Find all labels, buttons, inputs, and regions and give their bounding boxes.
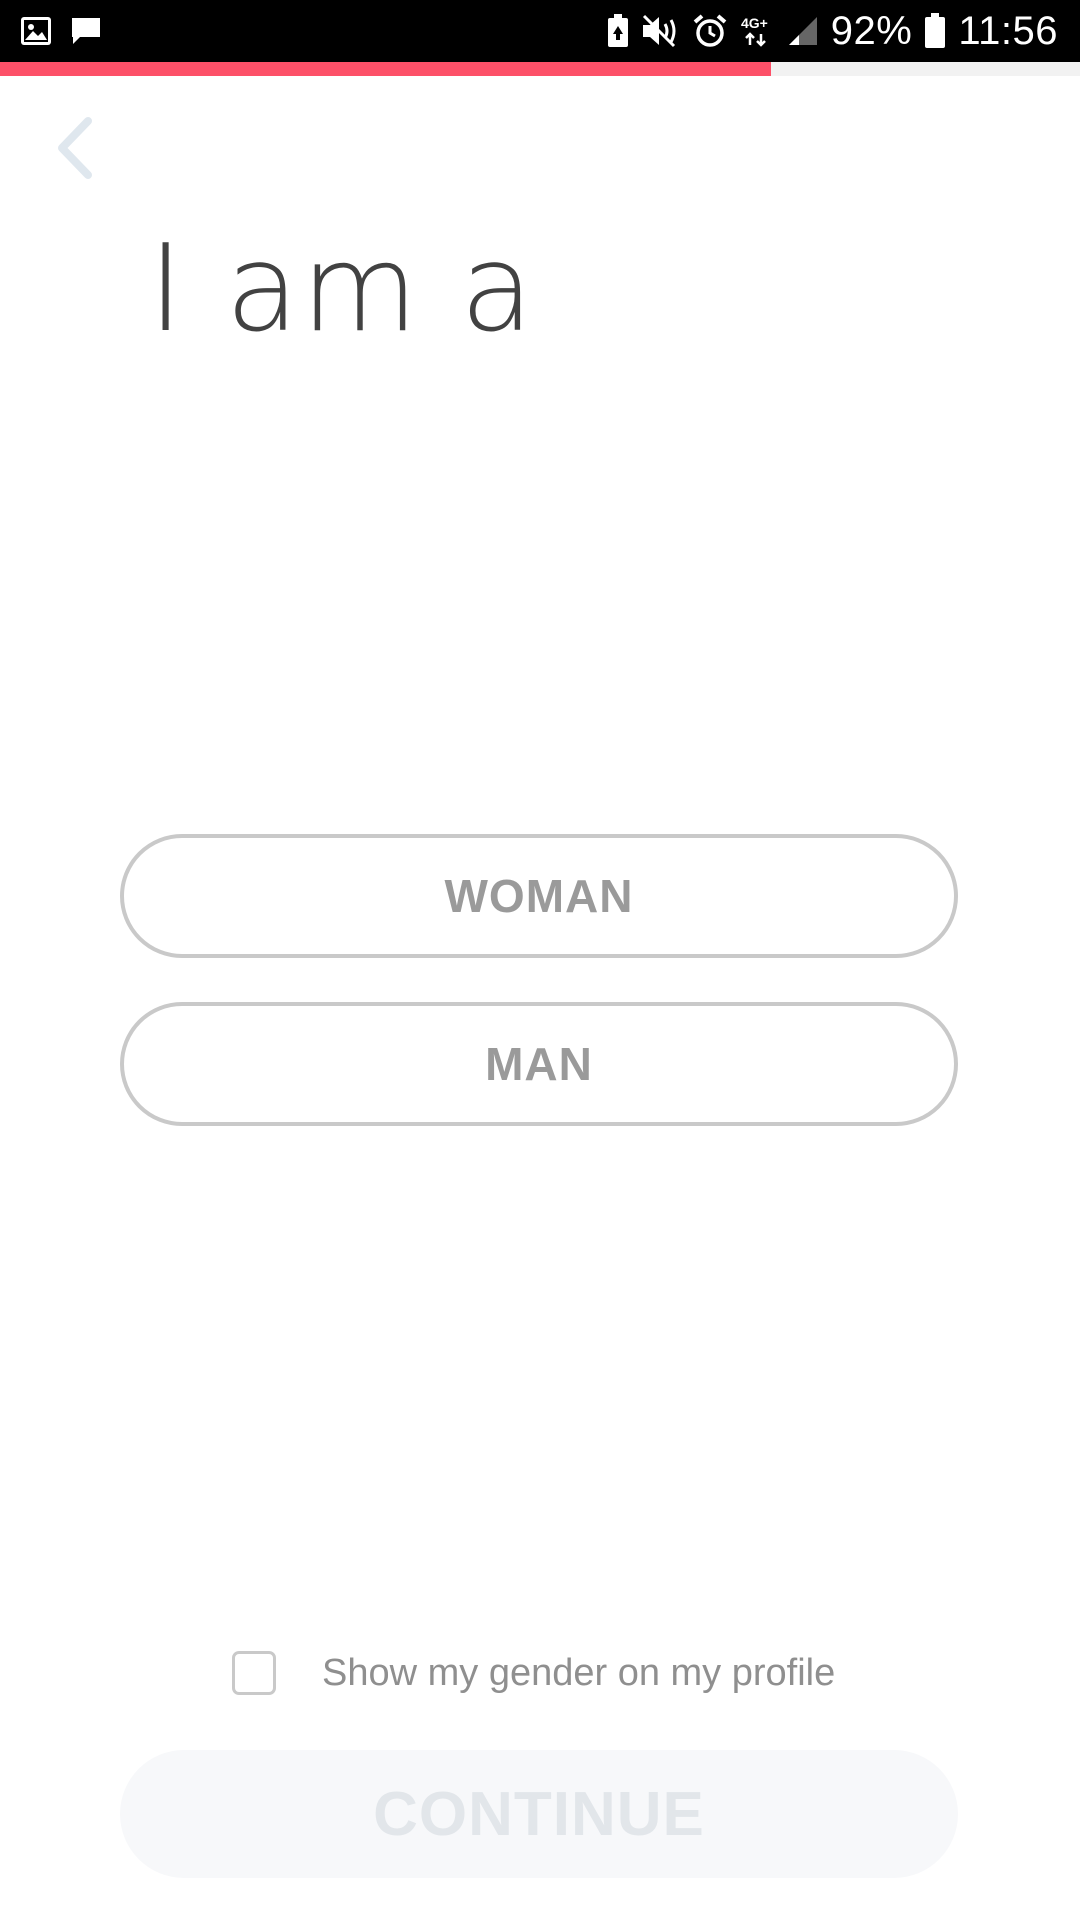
mute-icon bbox=[641, 14, 681, 48]
chevron-left-icon bbox=[52, 115, 96, 186]
woman-option-label: WOMAN bbox=[444, 870, 634, 922]
status-left-icons bbox=[20, 12, 102, 50]
show-gender-checkbox[interactable] bbox=[232, 1651, 276, 1695]
signal-icon bbox=[787, 15, 819, 47]
battery-saver-icon bbox=[607, 14, 629, 48]
status-clock: 11:56 bbox=[958, 8, 1058, 53]
continue-button[interactable]: CONTINUE bbox=[120, 1750, 958, 1878]
screen: 4G+ 92% 11:56 I am a WOMAN MAN Show my g… bbox=[0, 0, 1080, 1920]
show-gender-checkbox-row[interactable]: Show my gender on my profile bbox=[232, 1646, 835, 1700]
status-right-icons: 4G+ 92% 11:56 bbox=[607, 6, 1058, 56]
alarm-icon bbox=[693, 14, 727, 48]
message-icon bbox=[70, 15, 102, 47]
onboarding-progress-bar bbox=[0, 62, 1080, 76]
woman-option-button[interactable]: WOMAN bbox=[120, 834, 958, 958]
back-button[interactable] bbox=[38, 110, 110, 190]
battery-icon bbox=[924, 13, 946, 49]
svg-text:4G+: 4G+ bbox=[741, 15, 768, 31]
continue-label: CONTINUE bbox=[373, 1779, 705, 1849]
image-icon bbox=[20, 16, 52, 46]
onboarding-progress-fill bbox=[0, 62, 772, 76]
status-bar: 4G+ 92% 11:56 bbox=[0, 0, 1080, 62]
man-option-button[interactable]: MAN bbox=[120, 1002, 958, 1126]
man-option-label: MAN bbox=[485, 1038, 593, 1090]
show-gender-label: Show my gender on my profile bbox=[322, 1651, 836, 1694]
battery-percentage: 92% bbox=[830, 8, 913, 53]
page-title: I am a bbox=[148, 220, 536, 359]
network-4g-icon: 4G+ bbox=[739, 14, 775, 48]
